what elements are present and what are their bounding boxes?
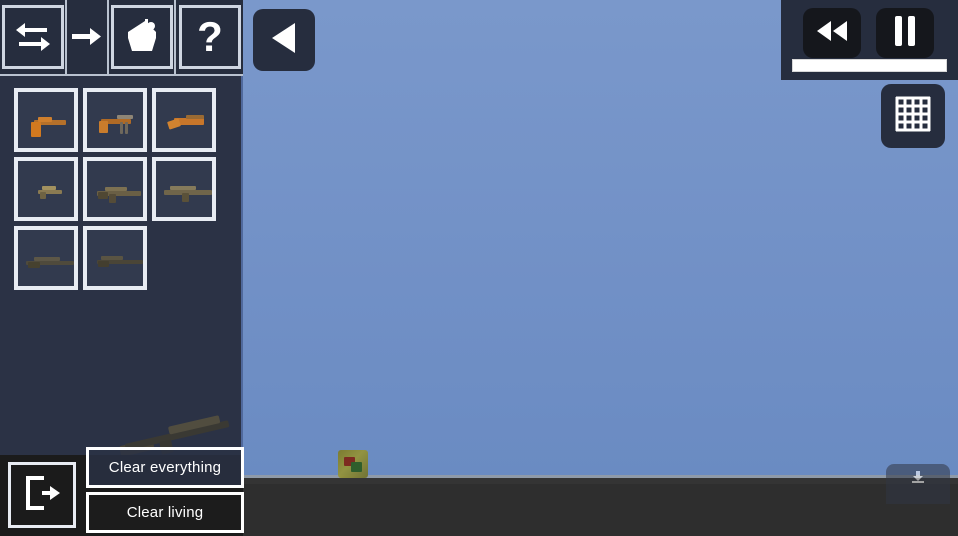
triangle-left-icon bbox=[267, 20, 301, 61]
clear-living-button[interactable]: Clear living bbox=[86, 492, 244, 533]
playback-controls-panel bbox=[781, 0, 958, 80]
swap-arrows-icon bbox=[1, 5, 64, 69]
paint-bucket-icon bbox=[110, 5, 173, 69]
inventory-slot-pistol[interactable] bbox=[14, 88, 78, 152]
sidebar-panel: ? Clear everything Clear living bbox=[0, 0, 244, 536]
inventory-slot-revolver[interactable] bbox=[83, 88, 147, 152]
question-mark-icon: ? bbox=[178, 5, 241, 69]
download-button[interactable] bbox=[886, 464, 950, 504]
exit-button[interactable] bbox=[8, 462, 76, 528]
crate-entity[interactable] bbox=[338, 450, 368, 478]
grid-icon bbox=[891, 92, 935, 141]
help-button[interactable]: ? bbox=[176, 0, 243, 74]
inventory-slot-assault-rifle[interactable] bbox=[83, 157, 147, 221]
clear-actions-group: Clear everything Clear living bbox=[86, 447, 244, 533]
inventory-slot-submachine-gun[interactable] bbox=[14, 157, 78, 221]
clear-everything-button[interactable]: Clear everything bbox=[86, 447, 244, 488]
svg-text:?: ? bbox=[197, 15, 223, 59]
grid-toggle-button[interactable] bbox=[881, 84, 945, 148]
pause-button[interactable] bbox=[876, 8, 934, 58]
inventory-slot-sniper-rifle[interactable] bbox=[14, 226, 78, 290]
arrow-right-button[interactable] bbox=[67, 0, 110, 74]
inventory-slot-sawed-off[interactable] bbox=[152, 88, 216, 152]
speed-slider[interactable] bbox=[792, 59, 947, 72]
paint-bucket-button[interactable] bbox=[109, 0, 177, 74]
arrow-right-icon bbox=[67, 5, 107, 69]
download-icon bbox=[911, 470, 925, 489]
weapon-inventory-grid[interactable] bbox=[14, 88, 234, 295]
inventory-slot-hunting-rifle[interactable] bbox=[83, 226, 147, 290]
rewind-icon bbox=[814, 19, 850, 48]
rewind-button[interactable] bbox=[803, 8, 861, 58]
collapse-panel-button[interactable] bbox=[253, 9, 315, 71]
app-root: ? Clear everything Clear living bbox=[0, 0, 958, 536]
inventory-slot-battle-rifle[interactable] bbox=[152, 157, 216, 221]
pause-icon bbox=[892, 15, 918, 52]
exit-icon bbox=[22, 474, 62, 517]
sidebar-toolbar: ? bbox=[0, 0, 243, 76]
swap-arrows-button[interactable] bbox=[0, 0, 68, 74]
